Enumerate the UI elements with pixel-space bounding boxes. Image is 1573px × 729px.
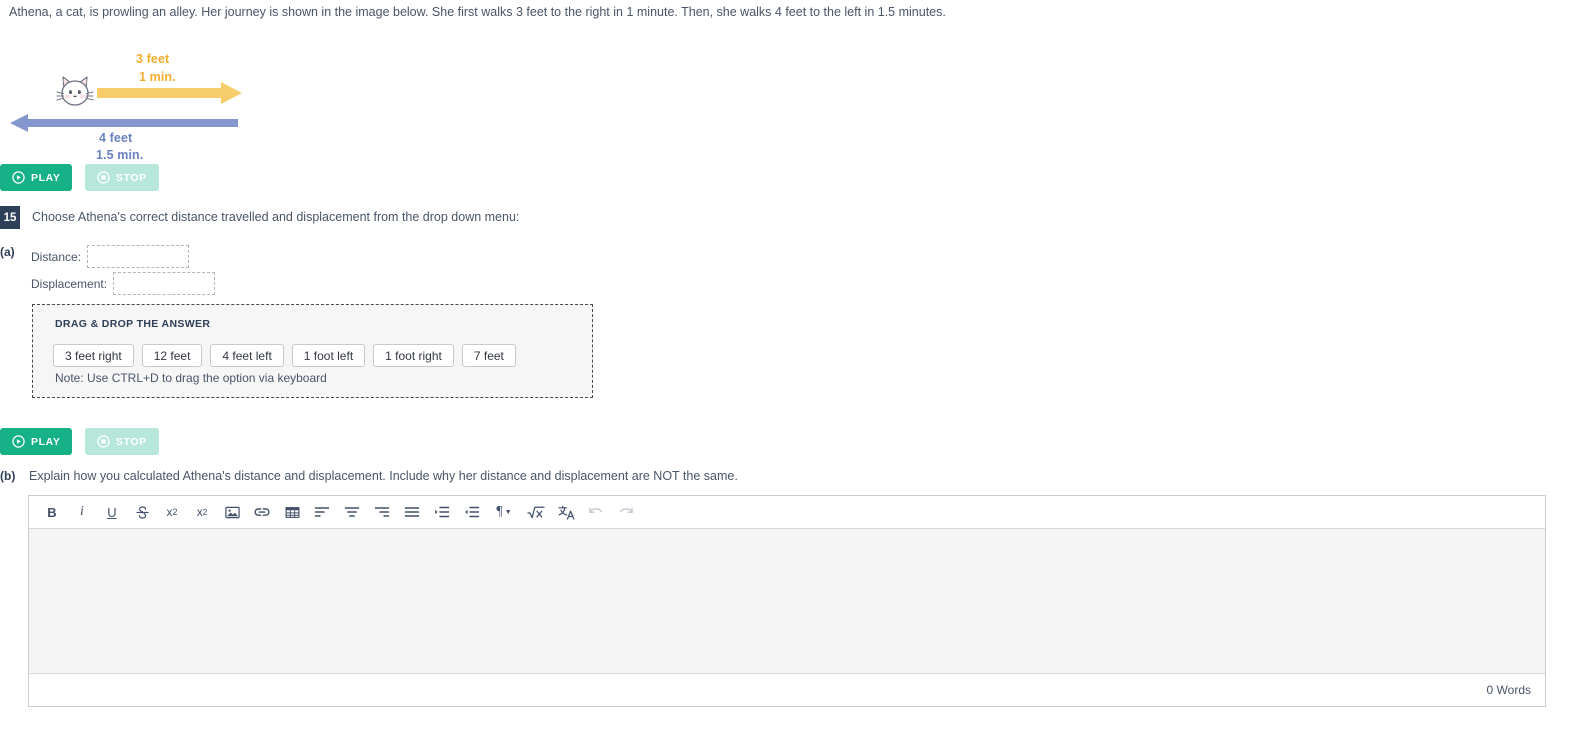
drag-option[interactable]: 3 feet right — [53, 344, 134, 367]
stop-circle-icon — [97, 435, 110, 448]
align-justify-icon[interactable] — [397, 497, 427, 527]
drag-option[interactable]: 1 foot right — [373, 344, 454, 367]
cat-face-icon — [56, 72, 94, 110]
align-right-icon[interactable] — [367, 497, 397, 527]
rich-text-editor: B i U x2 x2 ¶ ▼ 0 Words — [28, 495, 1546, 707]
play-circle-icon — [12, 435, 25, 448]
displacement-field-row: Displacement: — [31, 272, 216, 295]
align-center-icon[interactable] — [337, 497, 367, 527]
undo-icon[interactable] — [581, 497, 611, 527]
redo-icon[interactable] — [611, 497, 641, 527]
question-page: Athena, a cat, is prowling an alley. Her… — [0, 0, 1573, 729]
italic-icon[interactable]: i — [67, 497, 97, 527]
drag-option[interactable]: 7 feet — [461, 344, 516, 367]
play-button-bottom[interactable]: PLAY — [0, 428, 73, 455]
drag-drop-options: 3 feet right 12 feet 4 feet left 1 foot … — [53, 344, 516, 367]
bold-icon[interactable]: B — [37, 497, 67, 527]
question-number-badge: 15 — [0, 206, 20, 229]
displacement-label: Displacement: — [31, 276, 108, 291]
editor-toolbar: B i U x2 x2 ¶ ▼ — [29, 496, 1545, 529]
drag-drop-title: DRAG & DROP THE ANSWER — [55, 318, 211, 330]
stop-button-label: STOP — [115, 171, 147, 184]
editor-text-area[interactable] — [29, 529, 1545, 674]
stop-circle-icon — [97, 171, 110, 184]
play-circle-icon — [12, 171, 25, 184]
stop-button-bottom[interactable]: STOP — [84, 428, 159, 455]
drag-option[interactable]: 4 feet left — [210, 344, 284, 367]
drag-drop-panel: DRAG & DROP THE ANSWER 3 feet right 12 f… — [32, 304, 593, 398]
forward-arrow — [97, 82, 242, 109]
part-b-marker: (b) — [0, 469, 16, 483]
backward-time-label: 1.5 min. — [96, 148, 144, 162]
drag-option[interactable]: 1 foot left — [291, 344, 366, 367]
backward-distance-label: 4 feet — [99, 131, 133, 145]
strikethrough-icon[interactable] — [127, 497, 157, 527]
subscript-icon[interactable]: x2 — [157, 497, 187, 527]
part-b-prompt: Explain how you calculated Athena's dist… — [29, 469, 738, 483]
part-a-marker: (a) — [0, 245, 15, 259]
drag-drop-note: Note: Use CTRL+D to drag the option via … — [55, 371, 327, 385]
distance-label: Distance: — [31, 249, 82, 264]
media-controls-top: PLAY STOP — [0, 164, 159, 191]
intro-paragraph: Athena, a cat, is prowling an alley. Her… — [9, 5, 946, 19]
image-icon[interactable] — [217, 497, 247, 527]
distance-dropzone[interactable] — [87, 245, 190, 268]
paragraph-format-icon[interactable]: ¶ ▼ — [487, 497, 521, 527]
journey-diagram: 3 feet 1 min. 4 feet 1.5 min. — [0, 24, 520, 162]
table-icon[interactable] — [277, 497, 307, 527]
drag-option[interactable]: 12 feet — [141, 344, 203, 367]
stop-button-label: STOP — [115, 435, 147, 448]
editor-footer: 0 Words — [29, 674, 1545, 705]
word-count: 0 Words — [1486, 682, 1531, 697]
math-equation-icon[interactable] — [521, 497, 551, 527]
superscript-icon[interactable]: x2 — [187, 497, 217, 527]
indent-icon[interactable] — [427, 497, 457, 527]
media-controls-bottom: PLAY STOP — [0, 428, 159, 455]
underline-icon[interactable]: U — [97, 497, 127, 527]
distance-field-row: Distance: — [31, 245, 190, 268]
forward-distance-label: 3 feet — [136, 52, 170, 66]
stop-button-top[interactable]: STOP — [84, 164, 159, 191]
forward-time-label: 1 min. — [139, 70, 176, 84]
question-prompt: Choose Athena's correct distance travell… — [32, 210, 520, 224]
play-button-label: PLAY — [31, 435, 61, 448]
play-button-top[interactable]: PLAY — [0, 164, 73, 191]
language-icon[interactable] — [551, 497, 581, 527]
displacement-dropzone[interactable] — [113, 272, 216, 295]
chevron-down-icon: ▼ — [504, 508, 512, 516]
link-icon[interactable] — [247, 497, 277, 527]
align-left-icon[interactable] — [307, 497, 337, 527]
play-button-label: PLAY — [31, 171, 61, 184]
outdent-icon[interactable] — [457, 497, 487, 527]
